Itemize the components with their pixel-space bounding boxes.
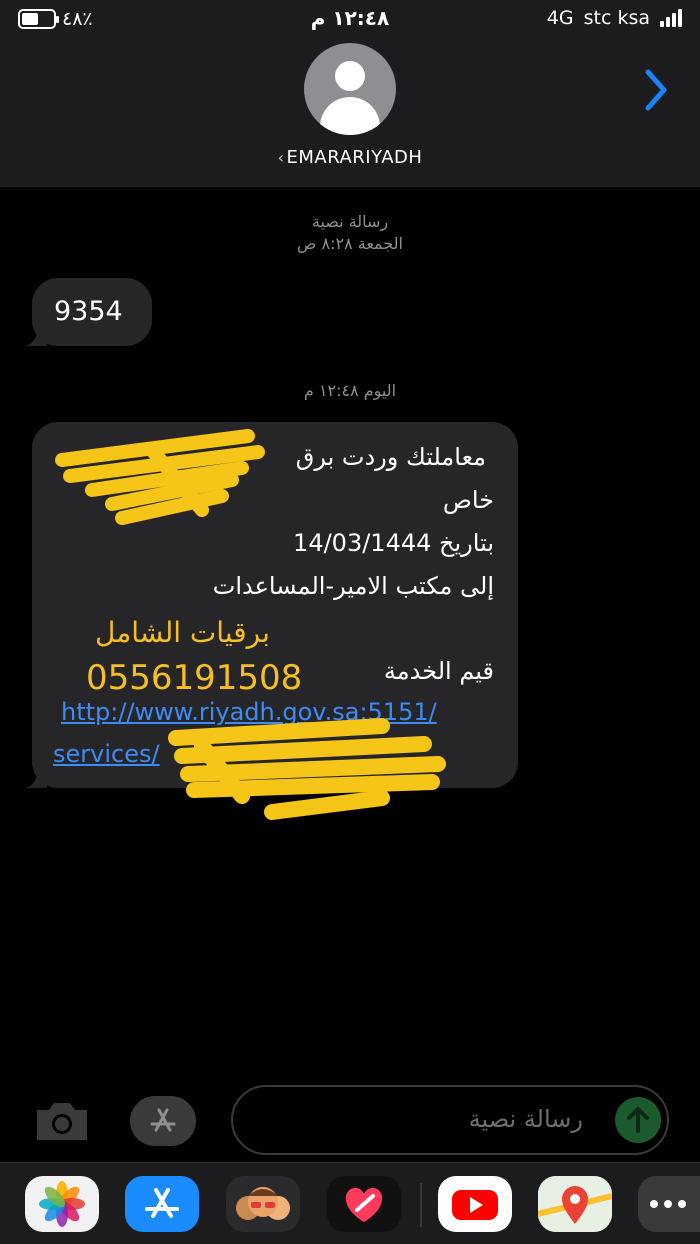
message-type-label: رسالة نصية: [311, 212, 389, 231]
timestamp-header-2: اليوم ١٢:٤٨ م: [0, 380, 700, 402]
promo-overlay-name: برقيات الشامل: [95, 616, 270, 649]
bubble-tail: [25, 324, 47, 346]
conversation-header: ٤٨٪ ١٢:٤٨ م 4G stc ksa ‹ EMARARIYADH: [0, 0, 700, 187]
carrier-info: 4G stc ksa: [547, 7, 682, 29]
redaction-scribble: [55, 429, 265, 525]
incoming-message-bubble[interactable]: 9354: [25, 278, 152, 346]
message-line: قيم الخدمة: [383, 657, 494, 685]
app-store-icon[interactable]: [125, 1176, 199, 1232]
memoji-icon[interactable]: [226, 1176, 300, 1232]
contact-name-button[interactable]: ‹ EMARARIYADH: [0, 147, 700, 168]
digital-touch-icon[interactable]: [327, 1176, 401, 1232]
contact-name: EMARARIYADH: [286, 147, 423, 168]
promo-overlay-phone: 0556191508: [86, 658, 303, 698]
contact-avatar[interactable]: [304, 43, 396, 135]
drawer-divider: [420, 1183, 422, 1227]
message-text: 9354: [54, 296, 123, 327]
chevron-right-icon[interactable]: [642, 68, 670, 112]
send-arrow-icon: [627, 1107, 649, 1133]
maps-icon[interactable]: [538, 1176, 612, 1232]
message-line: معاملتك وردت برق: [295, 443, 486, 471]
app-store-icon: [150, 1108, 176, 1132]
bubble-tail: [25, 766, 47, 788]
app-drawer: [0, 1162, 700, 1244]
send-button[interactable]: [615, 1097, 661, 1143]
message-link[interactable]: services/: [53, 740, 160, 768]
camera-icon[interactable]: [33, 1098, 91, 1144]
timestamp-header-1: رسالة نصية الجمعة ٨:٢٨ ص: [0, 211, 700, 255]
youtube-icon[interactable]: [438, 1176, 512, 1232]
signal-strength-icon: [660, 9, 682, 27]
app-store-button[interactable]: [130, 1096, 196, 1146]
status-bar: ٤٨٪ ١٢:٤٨ م 4G stc ksa: [0, 0, 700, 38]
carrier-name: stc ksa: [583, 7, 650, 29]
message-date-label: اليوم ١٢:٤٨ م: [303, 381, 397, 400]
message-line: بتاريخ 14/03/1444: [293, 529, 494, 557]
message-date-label: الجمعة ٨:٢٨ ص: [297, 234, 403, 253]
more-icon[interactable]: [638, 1176, 700, 1232]
message-input[interactable]: رسالة نصية: [231, 1085, 669, 1155]
photos-icon[interactable]: [25, 1176, 99, 1232]
message-input-placeholder: رسالة نصية: [468, 1105, 583, 1133]
chevron-left-icon: ‹: [277, 148, 285, 167]
redaction-scribble: [168, 718, 446, 820]
network-type: 4G: [546, 7, 574, 29]
message-line: إلى مكتب الامير-المساعدات: [212, 572, 494, 600]
message-line: خاص: [442, 486, 494, 514]
